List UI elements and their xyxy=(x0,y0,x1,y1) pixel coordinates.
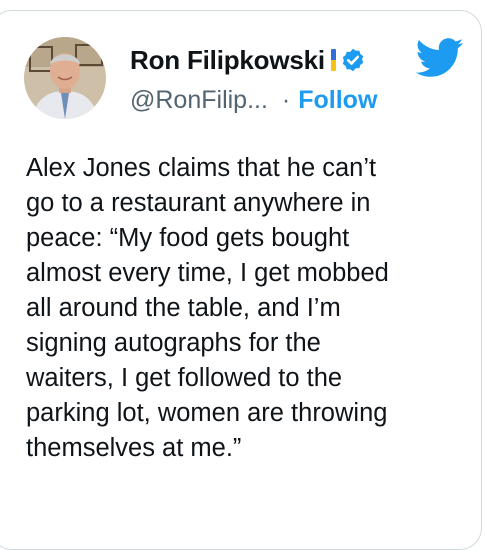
follow-button[interactable]: Follow xyxy=(298,86,377,115)
author-display-name[interactable]: Ron Filipkowski xyxy=(130,45,325,76)
twitter-bird-icon[interactable] xyxy=(415,38,464,83)
author-handle-row: @RonFilip... · Follow xyxy=(130,84,377,116)
verified-badge-icon xyxy=(340,47,366,73)
separator-dot: · xyxy=(281,85,291,114)
avatar[interactable] xyxy=(24,37,106,119)
author-handle[interactable]: @RonFilip... xyxy=(130,86,268,115)
tweet-text: Alex Jones claims that he can’t go to a … xyxy=(26,154,389,462)
ukraine-flag-icon xyxy=(330,49,336,71)
avatar-photo xyxy=(24,37,106,119)
author-name-row: Ron Filipkowski xyxy=(130,44,366,76)
